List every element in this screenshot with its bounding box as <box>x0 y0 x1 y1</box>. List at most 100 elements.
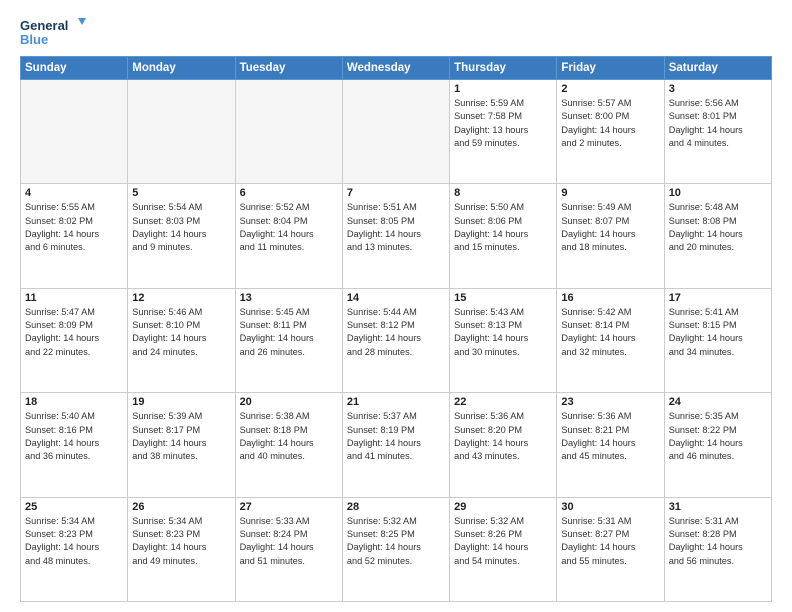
day-number: 26 <box>132 501 230 513</box>
day-number: 29 <box>454 501 552 513</box>
cell-info: Sunrise: 5:34 AMSunset: 8:23 PMDaylight:… <box>132 515 230 568</box>
cell-info: Sunrise: 5:43 AMSunset: 8:13 PMDaylight:… <box>454 306 552 359</box>
cell-info: Sunrise: 5:32 AMSunset: 8:26 PMDaylight:… <box>454 515 552 568</box>
calendar-cell: 21 Sunrise: 5:37 AMSunset: 8:19 PMDayligh… <box>342 393 449 497</box>
day-number: 30 <box>561 501 659 513</box>
day-number: 4 <box>25 187 123 199</box>
day-number: 10 <box>669 187 767 199</box>
cell-info: Sunrise: 5:36 AMSunset: 8:21 PMDaylight:… <box>561 410 659 463</box>
cell-info: Sunrise: 5:38 AMSunset: 8:18 PMDaylight:… <box>240 410 338 463</box>
cell-info: Sunrise: 5:31 AMSunset: 8:28 PMDaylight:… <box>669 515 767 568</box>
calendar-cell: 5Sunrise: 5:54 AMSunset: 8:03 PMDaylight… <box>128 184 235 288</box>
calendar-week-row: 1 Sunrise: 5:59 AMSunset: 7:58 PMDaylight… <box>21 80 772 184</box>
day-number: 23 <box>561 396 659 408</box>
calendar-cell: 10 Sunrise: 5:48 AMSunset: 8:08 PMDayligh… <box>664 184 771 288</box>
day-number: 14 <box>347 292 445 304</box>
cell-info: Sunrise: 5:32 AMSunset: 8:25 PMDaylight:… <box>347 515 445 568</box>
cell-info: Sunrise: 5:49 AMSunset: 8:07 PMDaylight:… <box>561 201 659 254</box>
day-number: 9 <box>561 187 659 199</box>
cell-info: Sunrise: 5:36 AMSunset: 8:20 PMDaylight:… <box>454 410 552 463</box>
calendar-cell: 17 Sunrise: 5:41 AMSunset: 8:15 PMDayligh… <box>664 288 771 392</box>
cell-info: Sunrise: 5:31 AMSunset: 8:27 PMDaylight:… <box>561 515 659 568</box>
calendar-header-monday: Monday <box>128 57 235 80</box>
cell-info: Sunrise: 5:40 AMSunset: 8:16 PMDaylight:… <box>25 410 123 463</box>
day-number: 31 <box>669 501 767 513</box>
calendar-header-tuesday: Tuesday <box>235 57 342 80</box>
day-number: 15 <box>454 292 552 304</box>
day-number: 3 <box>669 83 767 95</box>
svg-text:Blue: Blue <box>20 32 48 46</box>
day-number: 28 <box>347 501 445 513</box>
calendar-cell: 18 Sunrise: 5:40 AMSunset: 8:16 PMDayligh… <box>21 393 128 497</box>
cell-info: Sunrise: 5:55 AMSunset: 8:02 PMDaylight:… <box>25 201 123 254</box>
calendar-cell: 29 Sunrise: 5:32 AMSunset: 8:26 PMDayligh… <box>450 497 557 601</box>
calendar-cell <box>235 80 342 184</box>
calendar-cell: 7Sunrise: 5:51 AMSunset: 8:05 PMDaylight… <box>342 184 449 288</box>
calendar-cell: 15 Sunrise: 5:43 AMSunset: 8:13 PMDayligh… <box>450 288 557 392</box>
page: General Blue SundayMondayTuesdayWednesda… <box>0 0 792 612</box>
calendar-header-thursday: Thursday <box>450 57 557 80</box>
day-number: 20 <box>240 396 338 408</box>
day-number: 19 <box>132 396 230 408</box>
calendar-cell: 9 Sunrise: 5:49 AMSunset: 8:07 PMDaylight… <box>557 184 664 288</box>
day-number: 12 <box>132 292 230 304</box>
cell-info: Sunrise: 5:46 AMSunset: 8:10 PMDaylight:… <box>132 306 230 359</box>
day-number: 22 <box>454 396 552 408</box>
calendar-cell: 31 Sunrise: 5:31 AMSunset: 8:28 PMDayligh… <box>664 497 771 601</box>
calendar-header-wednesday: Wednesday <box>342 57 449 80</box>
day-number: 13 <box>240 292 338 304</box>
day-number: 8 <box>454 187 552 199</box>
calendar-cell: 22 Sunrise: 5:36 AMSunset: 8:20 PMDayligh… <box>450 393 557 497</box>
cell-info: Sunrise: 5:48 AMSunset: 8:08 PMDaylight:… <box>669 201 767 254</box>
day-number: 16 <box>561 292 659 304</box>
cell-info: Sunrise: 5:37 AMSunset: 8:19 PMDaylight:… <box>347 410 445 463</box>
calendar-cell: 20 Sunrise: 5:38 AMSunset: 8:18 PMDayligh… <box>235 393 342 497</box>
calendar-cell: 26 Sunrise: 5:34 AMSunset: 8:23 PMDayligh… <box>128 497 235 601</box>
day-number: 17 <box>669 292 767 304</box>
cell-info: Sunrise: 5:59 AMSunset: 7:58 PMDaylight:… <box>454 97 552 150</box>
calendar-cell: 4 Sunrise: 5:55 AMSunset: 8:02 PMDaylight… <box>21 184 128 288</box>
cell-info: Sunrise: 5:39 AMSunset: 8:17 PMDaylight:… <box>132 410 230 463</box>
calendar-cell: 19 Sunrise: 5:39 AMSunset: 8:17 PMDayligh… <box>128 393 235 497</box>
day-number: 1 <box>454 83 552 95</box>
cell-info: Sunrise: 5:56 AMSunset: 8:01 PMDaylight:… <box>669 97 767 150</box>
calendar-cell: 2 Sunrise: 5:57 AMSunset: 8:00 PMDaylight… <box>557 80 664 184</box>
cell-info: Sunrise: 5:44 AMSunset: 8:12 PMDaylight:… <box>347 306 445 359</box>
calendar-cell: 25Sunrise: 5:34 AMSunset: 8:23 PMDayligh… <box>21 497 128 601</box>
calendar-week-row: 18 Sunrise: 5:40 AMSunset: 8:16 PMDayligh… <box>21 393 772 497</box>
svg-text:General: General <box>20 18 68 33</box>
calendar-cell: 6Sunrise: 5:52 AMSunset: 8:04 PMDaylight… <box>235 184 342 288</box>
calendar-table: SundayMondayTuesdayWednesdayThursdayFrid… <box>20 56 772 602</box>
calendar-cell: 16 Sunrise: 5:42 AMSunset: 8:14 PMDayligh… <box>557 288 664 392</box>
calendar-cell: 11Sunrise: 5:47 AMSunset: 8:09 PMDayligh… <box>21 288 128 392</box>
cell-info: Sunrise: 5:35 AMSunset: 8:22 PMDaylight:… <box>669 410 767 463</box>
cell-info: Sunrise: 5:52 AMSunset: 8:04 PMDaylight:… <box>240 201 338 254</box>
cell-info: Sunrise: 5:34 AMSunset: 8:23 PMDaylight:… <box>25 515 123 568</box>
day-number: 18 <box>25 396 123 408</box>
cell-info: Sunrise: 5:42 AMSunset: 8:14 PMDaylight:… <box>561 306 659 359</box>
calendar-header-row: SundayMondayTuesdayWednesdayThursdayFrid… <box>21 57 772 80</box>
calendar-cell: 24 Sunrise: 5:35 AMSunset: 8:22 PMDayligh… <box>664 393 771 497</box>
day-number: 2 <box>561 83 659 95</box>
calendar-cell: 27Sunrise: 5:33 AMSunset: 8:24 PMDayligh… <box>235 497 342 601</box>
day-number: 21 <box>347 396 445 408</box>
day-number: 7 <box>347 187 445 199</box>
calendar-cell: 8Sunrise: 5:50 AMSunset: 8:06 PMDaylight… <box>450 184 557 288</box>
calendar-cell <box>21 80 128 184</box>
calendar-week-row: 11Sunrise: 5:47 AMSunset: 8:09 PMDayligh… <box>21 288 772 392</box>
header: General Blue <box>20 16 772 46</box>
calendar-cell: 28 Sunrise: 5:32 AMSunset: 8:25 PMDayligh… <box>342 497 449 601</box>
calendar-header-sunday: Sunday <box>21 57 128 80</box>
logo: General Blue <box>20 16 90 46</box>
calendar-cell: 30 Sunrise: 5:31 AMSunset: 8:27 PMDayligh… <box>557 497 664 601</box>
calendar-cell: 1 Sunrise: 5:59 AMSunset: 7:58 PMDaylight… <box>450 80 557 184</box>
cell-info: Sunrise: 5:45 AMSunset: 8:11 PMDaylight:… <box>240 306 338 359</box>
day-number: 27 <box>240 501 338 513</box>
cell-info: Sunrise: 5:57 AMSunset: 8:00 PMDaylight:… <box>561 97 659 150</box>
day-number: 11 <box>25 292 123 304</box>
cell-info: Sunrise: 5:41 AMSunset: 8:15 PMDaylight:… <box>669 306 767 359</box>
calendar-cell <box>342 80 449 184</box>
calendar-week-row: 4 Sunrise: 5:55 AMSunset: 8:02 PMDaylight… <box>21 184 772 288</box>
day-number: 5 <box>132 187 230 199</box>
day-number: 24 <box>669 396 767 408</box>
